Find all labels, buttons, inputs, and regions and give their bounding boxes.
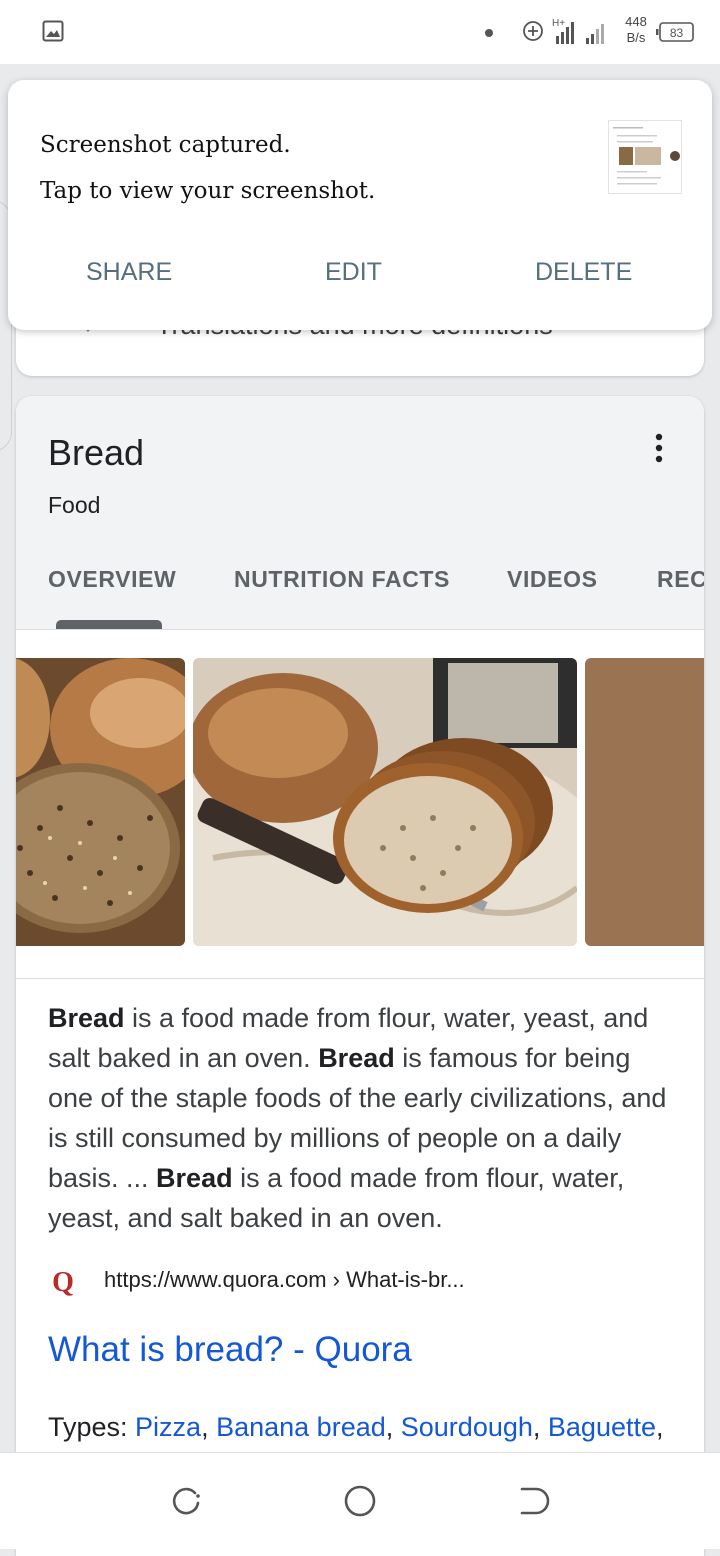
type-link-sourdough[interactable]: Sourdough <box>401 1412 533 1442</box>
back-icon[interactable] <box>516 1483 552 1519</box>
types-row: Types: Pizza, Banana bread, Sourdough, B… <box>48 1412 664 1443</box>
data-saver-icon <box>523 21 543 41</box>
screenshot-notification[interactable]: Screenshot captured. Tap to view your sc… <box>8 80 712 330</box>
type-link-baguette[interactable]: Baguette <box>548 1412 656 1442</box>
edit-button[interactable]: EDIT <box>325 258 382 287</box>
gallery-icon <box>42 20 64 42</box>
speed-value: 448 <box>625 14 647 29</box>
share-button[interactable]: SHARE <box>86 258 172 287</box>
selected-tab-indicator <box>56 620 162 629</box>
tab-bar: OVERVIEW NUTRITION FACTS VIDEOS REC <box>16 566 704 606</box>
tab-nutrition-facts[interactable]: NUTRITION FACTS <box>234 566 450 593</box>
source-link-title[interactable]: What is bread? - Quora <box>48 1330 412 1370</box>
svg-text:Q: Q <box>52 1267 74 1296</box>
notification-message[interactable]: Tap to view your screenshot. <box>40 178 375 204</box>
battery-level: 83 <box>670 26 684 40</box>
description-text: Bread is a food made from flour, water, … <box>48 998 678 1238</box>
tab-overview[interactable]: OVERVIEW <box>48 566 176 593</box>
types-label: Types: <box>48 1412 136 1442</box>
status-bar: H+ 448 B/s 83 <box>0 0 720 64</box>
bread-image-3[interactable] <box>585 658 704 946</box>
recents-icon[interactable] <box>168 1483 204 1519</box>
type-link-pizza[interactable]: Pizza <box>135 1412 201 1442</box>
image-carousel[interactable] <box>16 658 704 948</box>
section-divider <box>16 978 704 979</box>
battery-icon: 83 <box>656 22 694 42</box>
knowledge-panel: Bread Food OVERVIEW NUTRITION FACTS VIDE… <box>16 396 704 1556</box>
tab-videos[interactable]: VIDEOS <box>507 566 598 593</box>
entity-subtitle: Food <box>48 492 101 518</box>
knowledge-panel-header: Bread Food OVERVIEW NUTRITION FACTS VIDE… <box>16 396 704 630</box>
source-url[interactable]: https://www.quora.com › What-is-br... <box>104 1267 465 1293</box>
types-trailing: , <box>656 1412 664 1442</box>
bread-image-2[interactable] <box>193 658 577 946</box>
page-title: Bread <box>48 432 145 473</box>
bread-image-1[interactable] <box>16 658 185 946</box>
network-speed: 448 B/s <box>620 14 652 46</box>
more-options-icon[interactable] <box>644 432 674 466</box>
navigation-bar <box>0 1452 720 1549</box>
home-icon[interactable] <box>342 1483 378 1519</box>
types-separator: , <box>385 1412 401 1442</box>
bold-term: Bread <box>318 1043 395 1073</box>
delete-button[interactable]: DELETE <box>535 258 632 287</box>
screenshot-thumbnail[interactable] <box>608 120 682 194</box>
speed-unit: B/s <box>626 30 646 45</box>
quora-icon: Q <box>52 1267 74 1296</box>
types-separator: , <box>201 1412 217 1442</box>
bold-term: Bread <box>156 1163 233 1193</box>
notification-dot-icon <box>485 29 493 37</box>
tab-recipes[interactable]: REC <box>657 566 704 593</box>
signal-icon: H+ <box>552 18 604 44</box>
bold-term: Bread <box>48 1003 125 1033</box>
notification-title: Screenshot captured. <box>40 132 291 158</box>
types-separator: , <box>532 1412 548 1442</box>
svg-text:H+: H+ <box>552 18 565 29</box>
type-link-banana-bread[interactable]: Banana bread <box>216 1412 386 1442</box>
